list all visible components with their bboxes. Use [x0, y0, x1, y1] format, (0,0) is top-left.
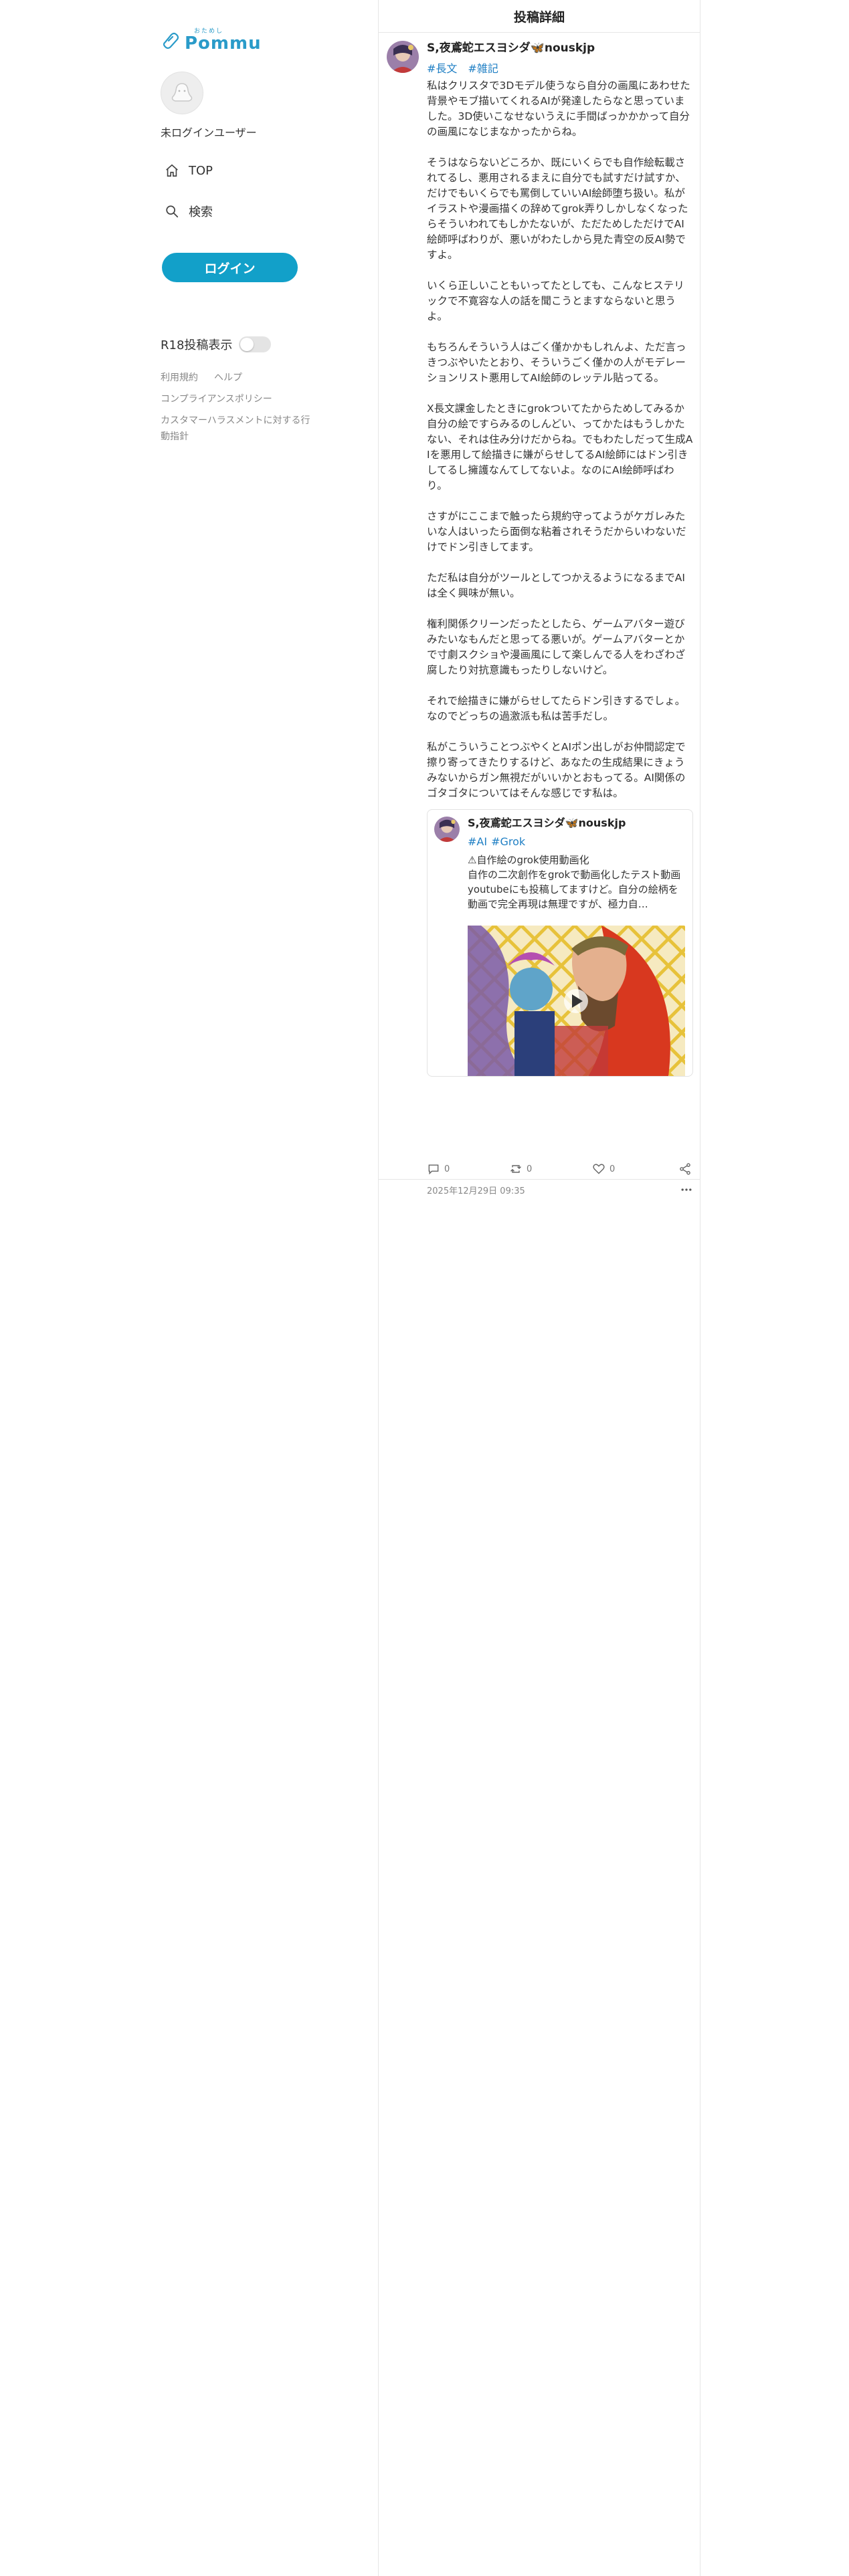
nav-search[interactable]: 検索: [165, 203, 213, 220]
help-link[interactable]: ヘルプ: [214, 370, 242, 386]
video-thumbnail[interactable]: [468, 926, 685, 1076]
post-tag[interactable]: #長文: [427, 60, 457, 77]
user-avatar: [161, 72, 203, 114]
post-tags: #長文 #雑記: [427, 60, 693, 77]
login-button[interactable]: ログイン: [162, 253, 298, 282]
quoted-avatar-image: [434, 817, 460, 842]
user-name: 未ログインユーザー: [161, 126, 257, 139]
footer-links: 利用規約 ヘルプ コンプライアンスポリシー カスタマーハラスメントに対する行動指…: [161, 370, 314, 450]
main-column: 投稿詳細 S,夜鳶蛇エスヨシダ🦋nouskjp #長文 #雑記 私はクリスタで3…: [378, 0, 700, 2576]
author-avatar[interactable]: [387, 41, 419, 73]
quoted-post[interactable]: S,夜鳶蛇エスヨシダ🦋nouskjp #AI #Grok ⚠自作絵のgrok使用…: [427, 809, 693, 1077]
reply-button[interactable]: 0: [427, 1162, 450, 1176]
illustration-image: [468, 926, 685, 1076]
quoted-text: ⚠自作絵のgrok使用動画化 自作の二次創作をgrokで動画化したテスト動画yo…: [468, 854, 681, 910]
like-button[interactable]: 0: [592, 1162, 615, 1176]
quoted-tag[interactable]: #AI: [468, 835, 487, 851]
quoted-author[interactable]: S,夜鳶蛇エスヨシダ🦋nouskjp: [468, 815, 686, 831]
r18-toggle[interactable]: [239, 336, 272, 352]
quoted-tag[interactable]: #Grok: [491, 835, 525, 851]
sidebar: おためし Pommu 未ログインユーザー TOP 検索 ログイン R18投稿表示…: [161, 0, 378, 2576]
share-icon: [680, 1163, 690, 1175]
home-icon: [166, 164, 178, 177]
pommu-logo[interactable]: おためし Pommu: [162, 27, 262, 53]
repost-icon: [510, 1165, 522, 1173]
post-content: 私はクリスタで3Dモデル使うなら自分の画風にあわせた背景やモブ描いてくれるAIが…: [427, 80, 693, 799]
terms-link[interactable]: 利用規約: [161, 370, 198, 386]
repost-button[interactable]: 0: [509, 1162, 532, 1176]
default-avatar-icon: [171, 83, 193, 102]
post-author[interactable]: S,夜鳶蛇エスヨシダ🦋nouskjp: [427, 39, 693, 57]
page-title: 投稿詳細: [379, 0, 700, 33]
reply-count: 0: [444, 1164, 450, 1174]
nav-search-label: 検索: [189, 205, 213, 219]
logo-title: Pommu: [185, 33, 262, 53]
repost-count: 0: [527, 1164, 533, 1174]
post-detail: S,夜鳶蛇エスヨシダ🦋nouskjp #長文 #雑記 私はクリスタで3Dモデル使…: [379, 33, 700, 1196]
post-timestamp: 2025年12月29日 09:35: [427, 1186, 525, 1196]
share-button[interactable]: [678, 1162, 692, 1176]
comment-icon: [428, 1164, 439, 1175]
post-meta: 2025年12月29日 09:35: [427, 1183, 693, 1196]
author-avatar-image: [387, 41, 419, 73]
more-options-icon[interactable]: [680, 1183, 693, 1196]
harassment-policy-link[interactable]: カスタマーハラスメントに対する行動指針: [161, 413, 314, 445]
r18-setting: R18投稿表示: [161, 336, 272, 353]
search-icon: [166, 205, 179, 218]
nav-top[interactable]: TOP: [165, 163, 213, 178]
quoted-tags: #AI #Grok: [468, 835, 686, 851]
logo-mark-icon: [163, 32, 179, 49]
post-actions: 0 0 0: [427, 1162, 693, 1178]
heart-icon: [593, 1164, 605, 1174]
r18-label: R18投稿表示: [161, 338, 233, 352]
post-tag[interactable]: #雑記: [468, 60, 498, 77]
quoted-author-avatar[interactable]: [434, 817, 460, 842]
nav-top-label: TOP: [189, 163, 213, 178]
compliance-link[interactable]: コンプライアンスポリシー: [161, 391, 314, 407]
like-count: 0: [609, 1164, 616, 1174]
